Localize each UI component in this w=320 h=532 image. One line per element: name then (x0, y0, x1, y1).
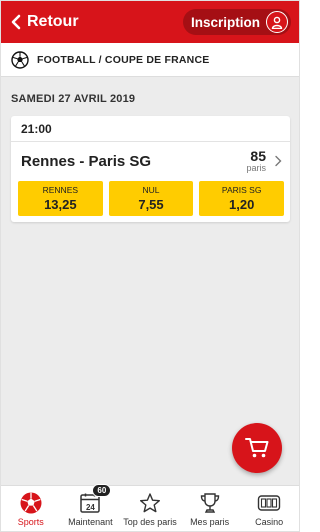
nav-label: Top des paris (123, 517, 177, 527)
chevron-right-icon[interactable] (274, 155, 282, 167)
nav-item-top-des-paris[interactable]: Top des paris (120, 486, 180, 531)
nav-label: Mes paris (190, 517, 230, 527)
match-time: 21:00 (11, 116, 290, 142)
bets-label: paris (246, 163, 266, 173)
bottom-nav: Sports 24 60 Maintenant Top des paris Me… (1, 484, 299, 531)
slot-machine-icon (257, 491, 281, 515)
soccer-ball-icon (11, 50, 29, 69)
cart-button[interactable] (232, 423, 282, 473)
match-date: SAMEDI 27 AVRIL 2019 (11, 93, 136, 105)
nav-item-sports[interactable]: Sports (1, 486, 61, 531)
odd-button-away[interactable]: PARIS SG 1,20 (199, 181, 285, 216)
odd-label: RENNES (42, 185, 79, 195)
nav-label: Casino (255, 517, 284, 527)
nav-item-maintenant[interactable]: 24 60 Maintenant (61, 484, 121, 531)
nav-badge: 60 (92, 484, 112, 497)
signup-label: Inscription (190, 14, 260, 30)
signup-button[interactable]: Inscription (182, 9, 291, 35)
odd-button-home[interactable]: RENNES 13,25 (18, 181, 103, 216)
nav-label: Sports (17, 517, 44, 527)
bets-count: 85 (250, 148, 266, 164)
top-bar: Retour Inscription (1, 1, 299, 43)
calendar-day: 24 (85, 503, 95, 512)
odd-value: 1,20 (229, 197, 255, 212)
back-button[interactable]: Retour (11, 13, 79, 31)
match-row[interactable]: Rennes - Paris SG 85 paris (11, 142, 290, 180)
nav-item-casino[interactable]: Casino (239, 486, 299, 531)
chevron-left-icon (11, 14, 21, 30)
breadcrumb: FOOTBALL / COUPE DE FRANCE (1, 43, 299, 77)
back-label: Retour (27, 13, 79, 30)
breadcrumb-text: FOOTBALL / COUPE DE FRANCE (37, 53, 210, 66)
odd-label: NUL (142, 185, 160, 195)
nav-item-mes-paris[interactable]: Mes paris (180, 486, 240, 531)
bets-info: 85 paris (246, 149, 266, 173)
odd-value: 7,55 (138, 197, 164, 212)
soccer-ball-icon (19, 491, 43, 515)
user-icon[interactable] (266, 11, 288, 33)
app-frame: Retour Inscription FOOTBALL / COUPE DE F… (0, 0, 300, 532)
trophy-icon (199, 491, 221, 515)
cart-icon (245, 438, 269, 458)
nav-label: Maintenant (68, 517, 113, 527)
odd-button-draw[interactable]: NUL 7,55 (108, 181, 194, 216)
odds-row: RENNES 13,25 NUL 7,55 PARIS SG 1,20 (18, 181, 285, 216)
match-name: Rennes - Paris SG (21, 153, 152, 170)
match-card: 21:00 Rennes - Paris SG 85 paris RENNES … (11, 116, 290, 222)
odd-label: PARIS SG (221, 185, 262, 195)
star-icon (139, 491, 161, 515)
odd-value: 13,25 (44, 197, 77, 212)
